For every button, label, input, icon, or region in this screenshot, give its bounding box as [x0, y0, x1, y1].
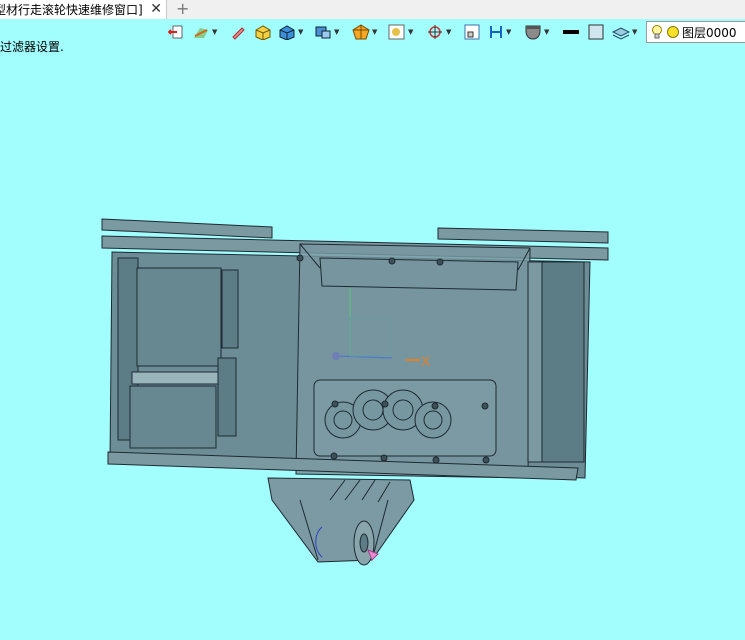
locate-icon[interactable]: ▼ — [426, 23, 451, 41]
top-rail-lower — [101, 235, 609, 261]
layer-selector[interactable]: 图层0000 — [646, 21, 745, 43]
bracket — [267, 477, 415, 563]
layer-name: 图层0000 — [682, 25, 737, 40]
top-rail-left — [101, 218, 273, 239]
dimension-icon[interactable]: ▼ — [488, 23, 511, 41]
status-message: 过滤器设置. — [0, 40, 64, 54]
tab-close-icon[interactable]: ✕ — [150, 1, 162, 17]
line-color-icon[interactable] — [562, 23, 580, 41]
color-fill-icon[interactable]: ▼ — [524, 23, 549, 41]
box-solid-icon[interactable] — [254, 23, 272, 41]
tab-title: 型材行走滚轮快速维修窗口] — [0, 3, 142, 17]
render-mode-icon[interactable]: ▼ — [352, 23, 377, 41]
surface-color-icon[interactable] — [588, 23, 604, 41]
layer-icon[interactable]: ▼ — [612, 23, 637, 41]
bottom-rail — [107, 451, 579, 481]
tab-bar: 型材行走滚轮快速维修窗口] ✕ + — [0, 0, 745, 19]
cad-viewport[interactable]: X — [0, 0, 745, 640]
fillet-icon[interactable]: ▼ — [192, 23, 217, 41]
view-orient-icon[interactable]: ▼ — [314, 23, 339, 41]
toolbar: ▼ ▼ ▼ ▼ ▼ ▼ ▼ ▼ ▼ 图层0000 — [160, 19, 745, 45]
document-tab[interactable]: 型材行走滚轮快速维修窗口] ✕ — [0, 0, 167, 19]
axis-triad — [332, 288, 420, 361]
top-rail-right — [437, 227, 609, 244]
new-tab-icon[interactable]: + — [176, 0, 189, 18]
layer-status-icon[interactable] — [666, 25, 680, 39]
lightbulb-icon[interactable] — [650, 24, 664, 40]
cube-icon[interactable]: ▼ — [278, 23, 303, 41]
main-body — [109, 251, 591, 479]
roller-wheel — [353, 520, 375, 566]
edit-pen-icon[interactable] — [230, 23, 246, 41]
x-axis-label: X — [421, 353, 431, 369]
roller-assembly — [313, 379, 497, 457]
display-icon[interactable]: ▼ — [388, 23, 413, 41]
exit-sketch-icon[interactable] — [168, 23, 184, 41]
center-housing — [295, 243, 531, 479]
sketch-plane-icon[interactable] — [464, 23, 480, 41]
